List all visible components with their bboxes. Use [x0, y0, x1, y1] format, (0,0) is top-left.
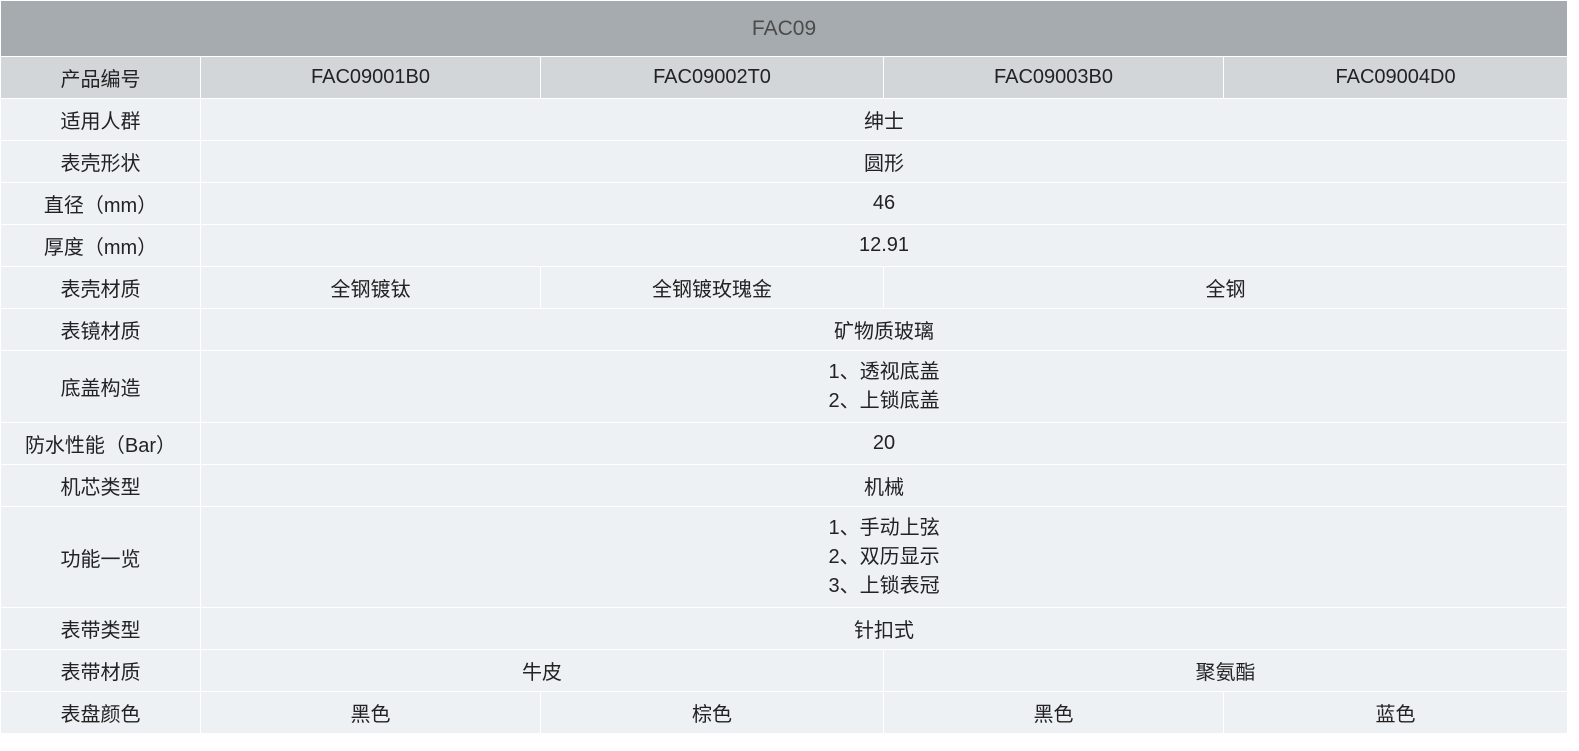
value-line: 1、手动上弦: [828, 516, 940, 539]
title-row: FAC09: [0, 0, 1569, 57]
row-label: 机芯类型: [0, 464, 201, 507]
value-line: 2、上锁底盖: [828, 389, 940, 412]
row-value: 矿物质玻璃: [199, 308, 1569, 351]
row-value: 20: [199, 422, 1569, 465]
model-header-row: 产品编号 FAC09001B0 FAC09002T0 FAC09003B0 FA…: [0, 56, 1569, 99]
spec-table: FAC09 产品编号 FAC09001B0 FAC09002T0 FAC0900…: [0, 0, 1569, 734]
table-row-strap-type: 表带类型 针扣式: [0, 607, 1569, 650]
row-label: 表带类型: [0, 607, 201, 650]
row-value: 12.91: [199, 224, 1569, 267]
row-label: 底盖构造: [0, 350, 201, 423]
table-row-diameter: 直径（mm） 46: [0, 182, 1569, 225]
model-code: FAC09001B0: [200, 56, 541, 99]
row-label: 厚度（mm）: [0, 224, 201, 267]
row-label: 直径（mm）: [0, 182, 201, 225]
table-title: FAC09: [0, 0, 1569, 57]
table-row-case-material: 表壳材质 全钢镀钛 全钢镀玫瑰金 全钢: [0, 266, 1569, 309]
model-code: FAC09004D0: [1222, 56, 1569, 99]
row-value: 全钢镀钛: [200, 266, 541, 309]
row-value: 聚氨酯: [882, 649, 1569, 692]
row-value: 牛皮: [200, 649, 884, 692]
row-value: 黑色: [200, 691, 541, 734]
row-value: 机械: [199, 464, 1569, 507]
row-value: 黑色: [883, 691, 1224, 734]
row-label: 产品编号: [0, 56, 201, 99]
row-value: 针扣式: [199, 607, 1569, 650]
row-label: 防水性能（Bar）: [0, 422, 201, 465]
table-row-strap-material: 表带材质 牛皮 聚氨酯: [0, 649, 1569, 692]
table-row-case-shape: 表壳形状 圆形: [0, 140, 1569, 183]
row-label: 表带材质: [0, 649, 201, 692]
row-value: 圆形: [199, 140, 1569, 183]
row-value: 1、手动上弦 2、双历显示 3、上锁表冠: [199, 506, 1569, 608]
row-label: 功能一览: [0, 506, 201, 608]
row-label: 表壳材质: [0, 266, 201, 309]
table-row-thickness: 厚度（mm） 12.91: [0, 224, 1569, 267]
value-line: 1、透视底盖: [828, 360, 940, 383]
row-value: 1、透视底盖 2、上锁底盖: [199, 350, 1569, 423]
table-row-audience: 适用人群 绅士: [0, 98, 1569, 141]
row-value: 绅士: [199, 98, 1569, 141]
model-code: FAC09003B0: [883, 56, 1224, 99]
row-label: 表壳形状: [0, 140, 201, 183]
row-value: 全钢: [882, 266, 1569, 309]
row-label: 适用人群: [0, 98, 201, 141]
table-row-functions: 功能一览 1、手动上弦 2、双历显示 3、上锁表冠: [0, 506, 1569, 608]
model-code: FAC09002T0: [540, 56, 884, 99]
row-value: 46: [199, 182, 1569, 225]
row-label: 表镜材质: [0, 308, 201, 351]
row-value: 棕色: [540, 691, 884, 734]
value-line: 3、上锁表冠: [828, 574, 940, 597]
row-value: 全钢镀玫瑰金: [540, 266, 884, 309]
table-row-crystal-material: 表镜材质 矿物质玻璃: [0, 308, 1569, 351]
table-row-movement: 机芯类型 机械: [0, 464, 1569, 507]
value-line: 2、双历显示: [828, 545, 940, 568]
table-row-caseback: 底盖构造 1、透视底盖 2、上锁底盖: [0, 350, 1569, 423]
row-label: 表盘颜色: [0, 691, 201, 734]
table-row-water-resistance: 防水性能（Bar） 20: [0, 422, 1569, 465]
table-row-dial-color: 表盘颜色 黑色 棕色 黑色 蓝色: [0, 691, 1569, 734]
row-value: 蓝色: [1222, 691, 1569, 734]
